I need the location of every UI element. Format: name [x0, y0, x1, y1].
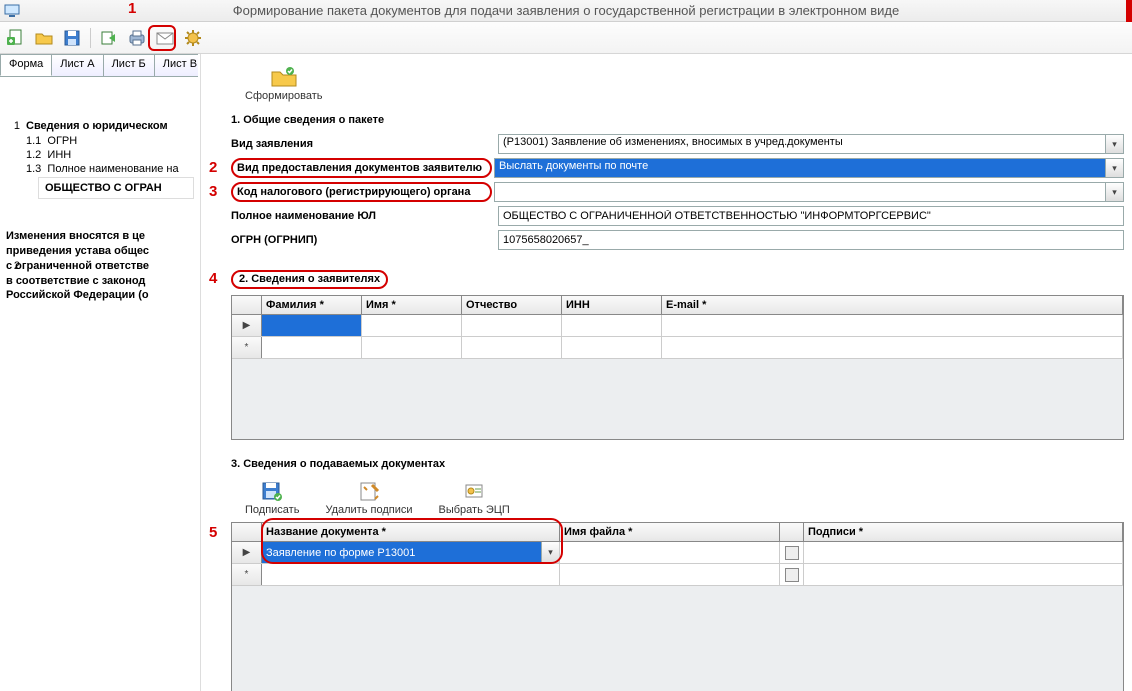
new-cell[interactable]	[780, 564, 804, 585]
group1-index: 1	[6, 120, 20, 132]
left-tabs: Форма Лист А Лист Б Лист В	[0, 54, 198, 76]
toolbar-separator	[90, 28, 91, 48]
field-delivery-method[interactable]: Выслать документы по почте	[494, 158, 1106, 178]
cell-email[interactable]	[662, 315, 1123, 336]
annotation-3: 3	[209, 183, 217, 200]
col-inn[interactable]: ИНН	[562, 296, 662, 314]
mail-button[interactable]	[153, 26, 177, 50]
cell-flag[interactable]	[780, 542, 804, 563]
save-button[interactable]	[60, 26, 84, 50]
section1-title: 1. Общие сведения о пакете	[231, 114, 1124, 126]
cell-inn[interactable]	[562, 315, 662, 336]
new-cell[interactable]	[562, 337, 662, 358]
new-cell[interactable]	[662, 337, 1123, 358]
settings-button[interactable]	[181, 26, 205, 50]
left-pane: Форма Лист А Лист Б Лист В 1 Сведения о …	[0, 54, 198, 691]
doc-name-dropdown-btn[interactable]: ▾	[541, 542, 559, 563]
open-button[interactable]	[32, 26, 56, 50]
row-selector-new[interactable]: *	[232, 337, 262, 358]
group1-title: Сведения о юридическом	[26, 120, 168, 132]
sign-disk-icon	[260, 480, 284, 502]
dropdown-tax-code[interactable]: ▾	[1106, 182, 1124, 202]
tab-list-a[interactable]: Лист А	[51, 54, 103, 76]
section3-title: 3. Сведения о подаваемых документах	[231, 458, 1124, 470]
doc-name-dropdown-display[interactable]: Заявление по форме Р13001	[262, 542, 541, 563]
col-flag[interactable]	[780, 523, 804, 541]
form-package-label: Сформировать	[245, 90, 323, 102]
doc-row-selector[interactable]: ▶	[232, 542, 262, 563]
field-full-name[interactable]	[498, 206, 1124, 226]
sign-label: Подписать	[245, 504, 299, 516]
form-package-button[interactable]: Сформировать	[241, 62, 327, 104]
grid-empty-area	[232, 359, 1123, 439]
item-1-2: 1.2 ИНН	[26, 149, 71, 161]
annotation-4: 4	[209, 270, 217, 287]
left-content: 1 Сведения о юридическом 1.1 ОГРН 1.2 ИН…	[0, 76, 198, 691]
item-1-3: 1.3 Полное наименование на	[26, 163, 179, 175]
window-close-edge[interactable]	[1126, 0, 1132, 22]
right-pane: Сформировать 1. Общие сведения о пакете …	[200, 54, 1132, 691]
cell-file-name[interactable]	[560, 542, 780, 563]
cell-firstname[interactable]	[362, 315, 462, 336]
tab-list-b[interactable]: Лист Б	[103, 54, 155, 76]
field-tax-code[interactable]	[494, 182, 1106, 202]
dropdown-application-type[interactable]: ▾	[1106, 134, 1124, 154]
tab-list-v[interactable]: Лист В	[154, 54, 198, 76]
col-patronymic[interactable]: Отчество	[462, 296, 562, 314]
grid-empty-area	[232, 586, 1123, 691]
col-signatures[interactable]: Подписи *	[804, 523, 1123, 541]
label-ogrn: ОГРН (ОГРНИП)	[231, 234, 496, 246]
field-application-type[interactable]: (Р13001) Заявление об изменениях, вносим…	[498, 134, 1106, 154]
col-file-name[interactable]: Имя файла *	[560, 523, 780, 541]
cell-lastname[interactable]	[262, 315, 362, 336]
label-application-type: Вид заявления	[231, 138, 496, 150]
col-doc-name[interactable]: Название документа *	[262, 523, 560, 541]
new-cell[interactable]	[462, 337, 562, 358]
cell-signatures[interactable]	[804, 542, 1123, 563]
new-cell[interactable]	[804, 564, 1123, 585]
delete-sign-icon	[357, 480, 381, 502]
col-firstname[interactable]: Имя *	[362, 296, 462, 314]
unchecked-box-icon[interactable]	[785, 568, 799, 582]
form-folder-icon	[270, 64, 298, 88]
titlebar: Формирование пакета документов для подач…	[0, 0, 1132, 22]
group2-index: 2	[6, 259, 20, 274]
cert-icon	[462, 480, 486, 502]
delete-sign-button[interactable]: Удалить подписи	[321, 478, 416, 518]
cell-patronymic[interactable]	[462, 315, 562, 336]
changes-text: Изменения вносятся в це приведения устав…	[6, 229, 194, 303]
sign-button[interactable]: Подписать	[241, 478, 303, 518]
choose-cert-button[interactable]: Выбрать ЭЦП	[435, 478, 514, 518]
documents-grid[interactable]: Название документа * Имя файла * Подписи…	[231, 522, 1124, 691]
toolbar: 1	[0, 22, 1132, 54]
col-lastname[interactable]: Фамилия *	[262, 296, 362, 314]
new-cell[interactable]	[262, 337, 362, 358]
label-tax-code: Код налогового (регистрирующего) органа	[231, 182, 492, 202]
choose-cert-label: Выбрать ЭЦП	[439, 504, 510, 516]
doc-row-new[interactable]: *	[232, 564, 262, 585]
applicants-grid[interactable]: Фамилия * Имя * Отчество ИНН E-mail * ▶ …	[231, 295, 1124, 440]
col-email[interactable]: E-mail *	[662, 296, 1123, 314]
delete-sign-label: Удалить подписи	[325, 504, 412, 516]
label-full-name: Полное наименование ЮЛ	[231, 210, 496, 222]
new-file-button[interactable]	[4, 26, 28, 50]
export-button[interactable]	[97, 26, 121, 50]
field-ogrn[interactable]	[498, 230, 1124, 250]
org-name-box: ОБЩЕСТВО С ОГРАН	[38, 177, 194, 199]
print-button[interactable]	[125, 26, 149, 50]
new-cell[interactable]	[362, 337, 462, 358]
label-delivery-method: Вид предоставления документов заявителю	[231, 158, 492, 178]
dropdown-delivery-method[interactable]: ▾	[1106, 158, 1124, 178]
new-cell[interactable]	[560, 564, 780, 585]
cell-doc-name[interactable]: Заявление по форме Р13001 ▾	[262, 542, 560, 563]
tab-forma[interactable]: Форма	[0, 54, 52, 76]
section2-title: 2. Сведения о заявителях	[231, 270, 388, 289]
annotation-2: 2	[209, 159, 217, 176]
annotation-5: 5	[209, 524, 217, 541]
window-title: Формирование пакета документов для подач…	[0, 3, 1132, 18]
unchecked-box-icon[interactable]	[785, 546, 799, 560]
item-1-1: 1.1 ОГРН	[26, 135, 77, 147]
new-cell[interactable]	[262, 564, 560, 585]
row-selector-current[interactable]: ▶	[232, 315, 262, 336]
